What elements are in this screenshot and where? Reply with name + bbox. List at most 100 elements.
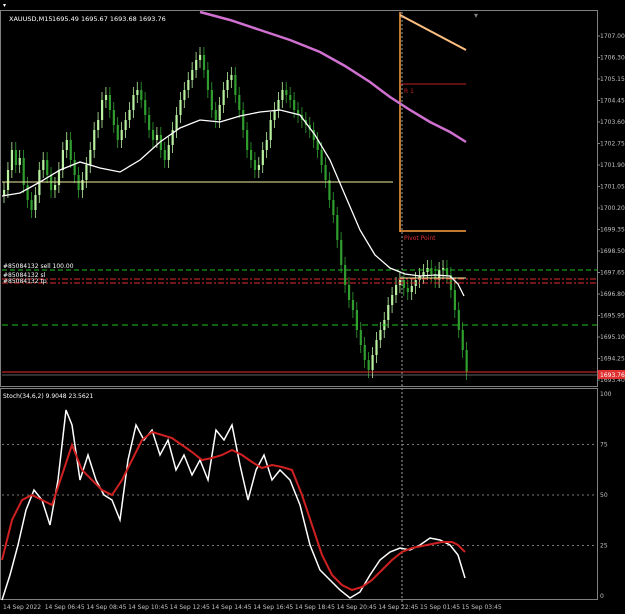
candle-body bbox=[351, 300, 355, 310]
stoch-tick-label: 75 bbox=[600, 442, 608, 449]
candle-body bbox=[453, 290, 456, 310]
price-tick-label: 1695.10 bbox=[600, 334, 625, 341]
candle-body bbox=[89, 150, 92, 165]
window-title: XAUUSD,M15 bbox=[9, 15, 53, 23]
candle-body bbox=[410, 286, 413, 292]
candle-body bbox=[175, 115, 178, 130]
candle-body bbox=[93, 130, 96, 150]
candle-body bbox=[395, 285, 398, 295]
candle-body bbox=[214, 110, 217, 120]
candle-body bbox=[234, 75, 237, 95]
time-tick-label: 14 Sep 22:45 bbox=[378, 604, 418, 611]
candle-body bbox=[116, 125, 119, 140]
candle-body bbox=[148, 115, 151, 130]
candle-body bbox=[265, 140, 268, 150]
candle-body bbox=[465, 350, 468, 372]
candle-body bbox=[26, 185, 29, 200]
chart-background bbox=[0, 0, 625, 614]
time-tick-label: 15 Sep 03:45 bbox=[462, 604, 502, 611]
price-tick-label: 1707.00 bbox=[600, 33, 625, 40]
candle-body bbox=[387, 305, 390, 320]
candle-body bbox=[155, 135, 159, 140]
candle-body bbox=[222, 90, 225, 105]
candle-body bbox=[65, 140, 68, 150]
candle-body bbox=[124, 120, 127, 130]
chevron-down-icon[interactable]: ▾ bbox=[474, 11, 478, 20]
price-tick-label: 1701.90 bbox=[600, 162, 625, 169]
time-tick-label: 14 Sep 06:45 bbox=[45, 604, 85, 611]
candle-body bbox=[257, 165, 260, 170]
candle-body bbox=[202, 55, 206, 70]
candle-body bbox=[253, 160, 257, 170]
candle-body bbox=[18, 158, 21, 165]
candle-body bbox=[289, 95, 292, 100]
candle-body bbox=[97, 120, 100, 130]
candle-body bbox=[85, 165, 88, 180]
candle-body bbox=[61, 150, 64, 170]
trading-chart[interactable]: ▾ XAUUSD,M15 1695.49 1695.67 1693.68 169… bbox=[0, 0, 625, 614]
time-tick-label: 14 Sep 2022 bbox=[3, 604, 41, 611]
time-tick-label: 15 Sep 01:45 bbox=[420, 604, 460, 611]
candle-body bbox=[101, 100, 104, 120]
price-tick-label: 1696.80 bbox=[600, 291, 625, 298]
candle-body bbox=[183, 90, 186, 100]
candle-body bbox=[328, 180, 331, 200]
candle-body bbox=[30, 200, 33, 210]
candle-body bbox=[6, 170, 10, 190]
candle-body bbox=[344, 265, 347, 285]
price-tick-label: 1706.30 bbox=[600, 55, 625, 62]
candle-body bbox=[457, 310, 460, 330]
candle-body bbox=[218, 105, 221, 120]
candle-body bbox=[179, 100, 182, 115]
candle-body bbox=[14, 150, 17, 165]
candle-body bbox=[363, 345, 366, 360]
candle-body bbox=[120, 130, 123, 140]
candle-body bbox=[347, 285, 351, 300]
price-tick-label: 1705.15 bbox=[600, 76, 625, 83]
candle-body bbox=[22, 158, 25, 185]
candle-body bbox=[367, 360, 370, 370]
current-price-text: 1693.76 bbox=[600, 372, 625, 379]
candle-body bbox=[430, 268, 433, 274]
order-label-tp: #85084132 tp bbox=[3, 278, 47, 285]
candle-body bbox=[199, 55, 202, 60]
candle-body bbox=[144, 100, 147, 115]
stoch-tick-label: 25 bbox=[600, 543, 608, 550]
price-tick-label: 1702.75 bbox=[600, 141, 625, 148]
candle-body bbox=[355, 310, 358, 330]
candle-body bbox=[10, 150, 14, 170]
candle-body bbox=[136, 90, 139, 95]
price-tick-label: 1697.65 bbox=[600, 270, 625, 277]
stoch-tick-label: 0 bbox=[600, 593, 604, 600]
candle-body bbox=[163, 150, 166, 160]
candle-body bbox=[46, 160, 49, 175]
candle-body bbox=[104, 95, 108, 100]
candle-body bbox=[375, 340, 378, 355]
candle-body bbox=[332, 200, 335, 215]
r1-label: R 1 bbox=[404, 88, 414, 95]
ohlc-readout: 1695.49 1695.67 1693.68 1693.76 bbox=[52, 15, 166, 23]
time-tick-label: 14 Sep 20:45 bbox=[337, 604, 377, 611]
price-tick-label: 1704.45 bbox=[600, 98, 625, 105]
candle-body bbox=[371, 355, 374, 370]
price-tick-label: 1701.05 bbox=[600, 184, 625, 191]
candle-body bbox=[42, 160, 45, 170]
candle-body bbox=[293, 100, 296, 110]
time-tick-label: 14 Sep 16:45 bbox=[253, 604, 293, 611]
candle-body bbox=[69, 140, 72, 160]
candle-body bbox=[281, 90, 284, 100]
candle-body bbox=[230, 75, 233, 80]
candle-body bbox=[187, 80, 190, 90]
price-tick-label: 1694.25 bbox=[600, 356, 625, 363]
candle-body bbox=[128, 110, 131, 120]
candle-body bbox=[340, 240, 343, 265]
candle-body bbox=[3, 190, 6, 195]
candle-body bbox=[140, 90, 143, 100]
candle-body bbox=[167, 145, 170, 160]
candle-body bbox=[34, 195, 37, 210]
candle-body bbox=[53, 185, 57, 190]
candle-body bbox=[246, 130, 249, 150]
candle-body bbox=[402, 280, 406, 288]
price-tick-label: 1699.35 bbox=[600, 227, 625, 234]
time-tick-label: 14 Sep 14:45 bbox=[212, 604, 252, 611]
